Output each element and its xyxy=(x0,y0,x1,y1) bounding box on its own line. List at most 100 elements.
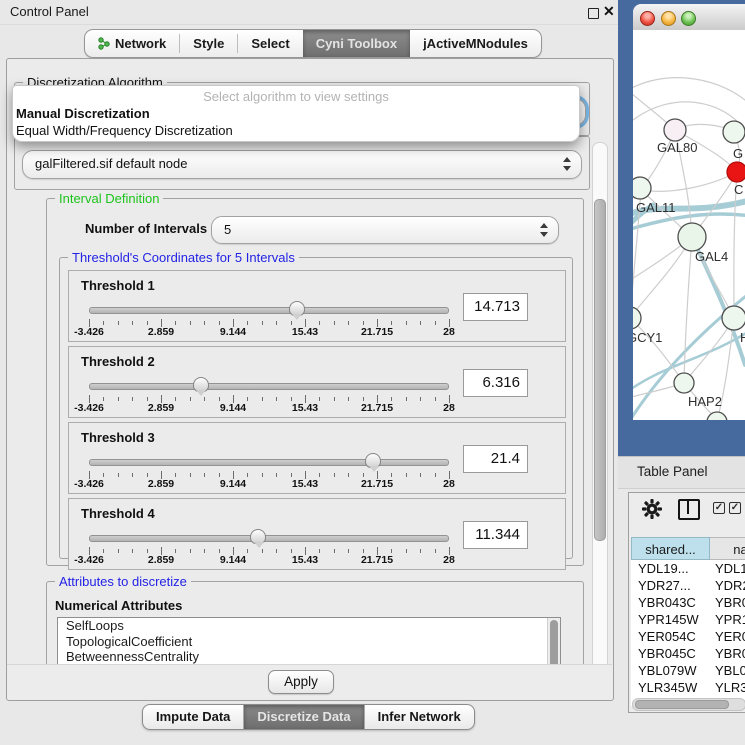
tick-label: 2.859 xyxy=(148,478,174,490)
table-row[interactable]: YBR043CYBR0 xyxy=(631,594,745,611)
column-header-shared-name[interactable]: shared... xyxy=(631,537,710,560)
tick-mark xyxy=(118,397,119,401)
tick-mark xyxy=(276,397,277,401)
close-traffic-light[interactable] xyxy=(640,11,655,26)
network-edge[interactable] xyxy=(633,78,745,100)
panel-title: Control Panel xyxy=(10,4,89,19)
tick-mark xyxy=(132,397,133,401)
tab-style[interactable]: Style xyxy=(180,30,237,57)
network-node[interactable] xyxy=(674,373,694,393)
network-view-window: GAL80GCGAL11GAL4GCY1HHAP2 xyxy=(618,0,745,456)
threshold-slider[interactable] xyxy=(89,453,449,471)
slider-thumb[interactable] xyxy=(193,377,209,392)
tick-mark xyxy=(190,321,191,325)
table-hscrollbar[interactable] xyxy=(632,698,745,711)
tick-mark xyxy=(147,549,148,553)
minimize-traffic-light[interactable] xyxy=(661,11,676,26)
threshold-value-field[interactable]: 14.713 xyxy=(463,293,528,321)
attributes-scrollbar[interactable] xyxy=(547,618,560,664)
settings-scroll-area: Interval Definition Number of Intervals … xyxy=(14,190,594,664)
attributes-list[interactable]: SelfLoopsTopologicalCoefficientBetweenne… xyxy=(57,617,561,664)
tab-network[interactable]: Network xyxy=(85,30,179,57)
network-node[interactable] xyxy=(633,177,651,199)
gear-icon[interactable] xyxy=(641,498,663,520)
checkbox-icon[interactable]: ✓ xyxy=(729,502,741,514)
close-icon[interactable]: ✕ xyxy=(603,3,615,20)
network-window-titlebar[interactable] xyxy=(633,4,745,31)
table-data-combo-value: galFiltered.sif default node xyxy=(35,151,187,177)
table-row[interactable]: YBR045CYBR0 xyxy=(631,645,745,662)
table-data-combo[interactable]: galFiltered.sif default node xyxy=(22,150,582,179)
threshold-panel: Threshold 3-3.4262.8599.14415.4321.71528… xyxy=(68,422,566,494)
threshold-slider[interactable] xyxy=(89,377,449,395)
table-hscrollbar-thumb[interactable] xyxy=(635,700,729,709)
panel-scrollbar[interactable] xyxy=(592,142,608,696)
number-of-intervals-combo[interactable]: 5 xyxy=(211,216,559,244)
algorithm-dropdown-popup: Select algorithm to view settings Manual… xyxy=(12,85,580,142)
network-edge[interactable] xyxy=(633,237,692,318)
attributes-scrollbar-thumb[interactable] xyxy=(550,620,558,664)
table-row[interactable]: YDR27...YDR2 xyxy=(631,577,745,594)
slider-track[interactable] xyxy=(89,383,449,390)
network-node[interactable] xyxy=(678,223,706,251)
tick-mark xyxy=(348,321,349,325)
tab-infer-network[interactable]: Infer Network xyxy=(365,705,474,729)
float-window-icon[interactable] xyxy=(588,8,599,19)
column-header-name[interactable]: name xyxy=(710,537,745,560)
tick-label: 21.715 xyxy=(361,478,393,490)
table-panel-body: ✓ ✓ shared... name YDL19...YDL1YDR27...Y… xyxy=(628,492,745,713)
table-row[interactable]: YPR145WYPR1 xyxy=(631,611,745,628)
network-node-label: C xyxy=(734,182,743,197)
network-node[interactable] xyxy=(723,121,745,143)
tick-mark xyxy=(420,473,421,477)
tab-cyni-toolbox[interactable]: Cyni Toolbox xyxy=(303,30,410,57)
threshold-slider[interactable] xyxy=(89,529,449,547)
tick-mark xyxy=(435,321,436,325)
checkbox-icon[interactable]: ✓ xyxy=(713,502,725,514)
top-tab-bar: Network Style Select Cyni Toolbox jActiv… xyxy=(84,29,542,58)
network-node[interactable] xyxy=(722,306,745,330)
tab-discretize-data[interactable]: Discretize Data xyxy=(244,705,364,729)
popup-item-equal-width-frequency[interactable]: Equal Width/Frequency Discretization xyxy=(16,123,233,138)
cell-shared-name: YBR045C xyxy=(631,645,710,662)
tab-jactivemnodules[interactable]: jActiveMNodules xyxy=(410,30,541,57)
network-edge[interactable] xyxy=(641,172,737,191)
table-row[interactable]: YER054CYER0 xyxy=(631,628,745,645)
slider-thumb[interactable] xyxy=(365,453,381,468)
popup-item-manual-discretization[interactable]: Manual Discretization xyxy=(16,106,150,121)
tick-label: 21.715 xyxy=(361,326,393,338)
network-icon xyxy=(98,37,110,50)
table-row[interactable]: YLR345WYLR3 xyxy=(631,679,745,696)
tick-mark xyxy=(435,397,436,401)
table-row[interactable]: YBL079WYBL0 xyxy=(631,662,745,679)
threshold-value-field[interactable]: 21.4 xyxy=(463,445,528,473)
split-columns-icon[interactable] xyxy=(678,499,700,520)
slider-track[interactable] xyxy=(89,535,449,542)
slider-track[interactable] xyxy=(89,459,449,466)
tick-mark xyxy=(291,473,292,477)
threshold-slider[interactable] xyxy=(89,301,449,319)
threshold-value-field[interactable]: 11.344 xyxy=(463,521,528,549)
tab-select[interactable]: Select xyxy=(238,30,302,57)
network-node[interactable] xyxy=(633,307,641,329)
tick-mark xyxy=(334,549,335,553)
attribute-item[interactable]: TopologicalCoefficient xyxy=(58,634,560,650)
threshold-value-field[interactable]: 6.316 xyxy=(463,369,528,397)
attribute-item[interactable]: SelfLoops xyxy=(58,618,560,634)
attribute-item[interactable]: BetweennessCentrality xyxy=(58,649,560,664)
network-node[interactable] xyxy=(727,162,745,182)
tick-label: 21.715 xyxy=(361,402,393,414)
slider-thumb[interactable] xyxy=(289,301,305,316)
threshold-panel: Threshold 2-3.4262.8599.14415.4321.71528… xyxy=(68,346,566,418)
slider-track[interactable] xyxy=(89,307,449,314)
tab-impute-data[interactable]: Impute Data xyxy=(143,705,244,729)
zoom-traffic-light[interactable] xyxy=(681,11,696,26)
table-panel-titlebar: Table Panel xyxy=(618,456,745,489)
panel-scrollbar-thumb[interactable] xyxy=(594,199,606,541)
network-canvas[interactable]: GAL80GCGAL11GAL4GCY1HHAP2 xyxy=(633,30,745,420)
slider-thumb[interactable] xyxy=(250,529,266,544)
tick-label: -3.426 xyxy=(74,554,104,566)
apply-button[interactable]: Apply xyxy=(268,670,334,694)
network-node[interactable] xyxy=(664,119,686,141)
table-row[interactable]: YDL19...YDL1 xyxy=(631,560,745,577)
